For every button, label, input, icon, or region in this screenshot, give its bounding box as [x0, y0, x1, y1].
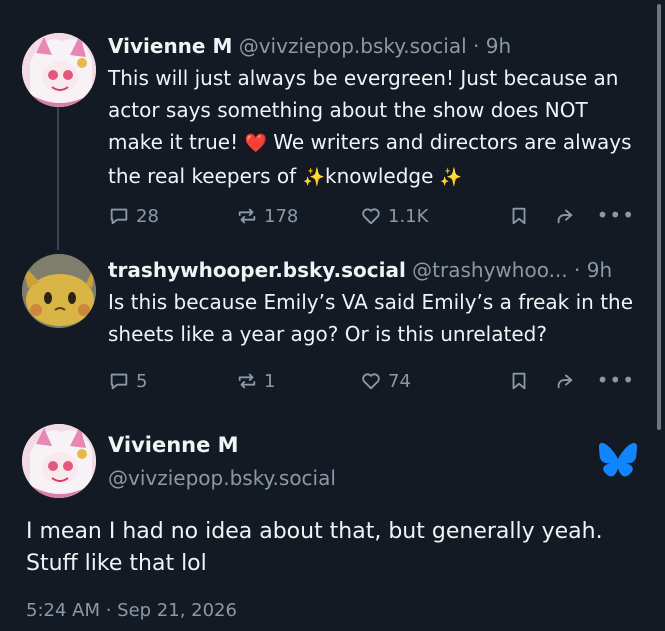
post-actions: 5 1 74 ••• — [108, 368, 635, 394]
avatar[interactable] — [22, 33, 96, 107]
bookmark-button[interactable] — [508, 203, 530, 229]
more-icon[interactable]: ••• — [597, 203, 635, 227]
post-actions: 28 178 1.1K ••• — [108, 203, 635, 229]
post-text: This will just always be evergreen! Just… — [108, 66, 632, 188]
author-handle[interactable]: @vivziepop.bsky.social — [108, 462, 336, 494]
repost-button[interactable]: 178 — [236, 203, 298, 229]
share-button[interactable] — [554, 368, 576, 394]
reply-button[interactable]: 28 — [108, 203, 159, 229]
bookmark-icon — [512, 207, 526, 225]
post-time: · 9h — [574, 258, 613, 282]
red-heart-emoji: ❤️ — [244, 133, 267, 154]
sparkles-emoji: ✨ — [439, 167, 463, 188]
reply-count: 5 — [136, 370, 148, 392]
post-text: Is this because Emily’s VA said Emily’s … — [108, 290, 634, 346]
author-name[interactable]: trashywhooper.bsky.social — [108, 258, 406, 282]
like-button[interactable]: 1.1K — [360, 203, 428, 229]
repost-icon — [238, 208, 256, 224]
repost-count: 1 — [264, 370, 276, 392]
thread-line — [57, 106, 59, 250]
reply-icon — [110, 208, 128, 225]
like-count: 74 — [388, 370, 411, 392]
bookmark-button[interactable] — [508, 368, 530, 394]
like-icon — [362, 373, 380, 390]
share-button[interactable] — [554, 203, 576, 229]
avatar[interactable] — [22, 424, 96, 498]
author-handle[interactable]: @vivziepop.bsky.social — [239, 34, 467, 58]
like-icon — [362, 208, 380, 225]
author-name[interactable]: Vivienne M — [108, 34, 232, 58]
share-icon — [557, 374, 573, 389]
post-timestamp: 5:24 AM · Sep 21, 2026 — [26, 600, 237, 621]
avatar[interactable] — [22, 254, 96, 328]
like-button[interactable]: 74 — [360, 368, 411, 394]
bookmark-icon — [512, 372, 526, 390]
reply-icon — [110, 373, 128, 390]
sparkles-emoji: ✨ — [302, 167, 325, 188]
repost-icon — [238, 373, 256, 389]
repost-count: 178 — [264, 205, 299, 227]
author-handle[interactable]: @trashywhoo... — [412, 258, 567, 282]
share-icon — [557, 209, 573, 224]
post-text: I mean I had no idea about that, but gen… — [26, 519, 603, 576]
author-name[interactable]: Vivienne M — [108, 430, 336, 460]
post-time: · 9h — [473, 34, 512, 58]
bluesky-butterfly-icon — [599, 443, 637, 477]
reply-button[interactable]: 5 — [108, 368, 147, 394]
like-count: 1.1K — [388, 205, 429, 227]
repost-button[interactable]: 1 — [236, 368, 275, 394]
scrollbar[interactable] — [657, 4, 661, 430]
reply-count: 28 — [136, 205, 159, 227]
more-icon[interactable]: ••• — [597, 368, 635, 392]
